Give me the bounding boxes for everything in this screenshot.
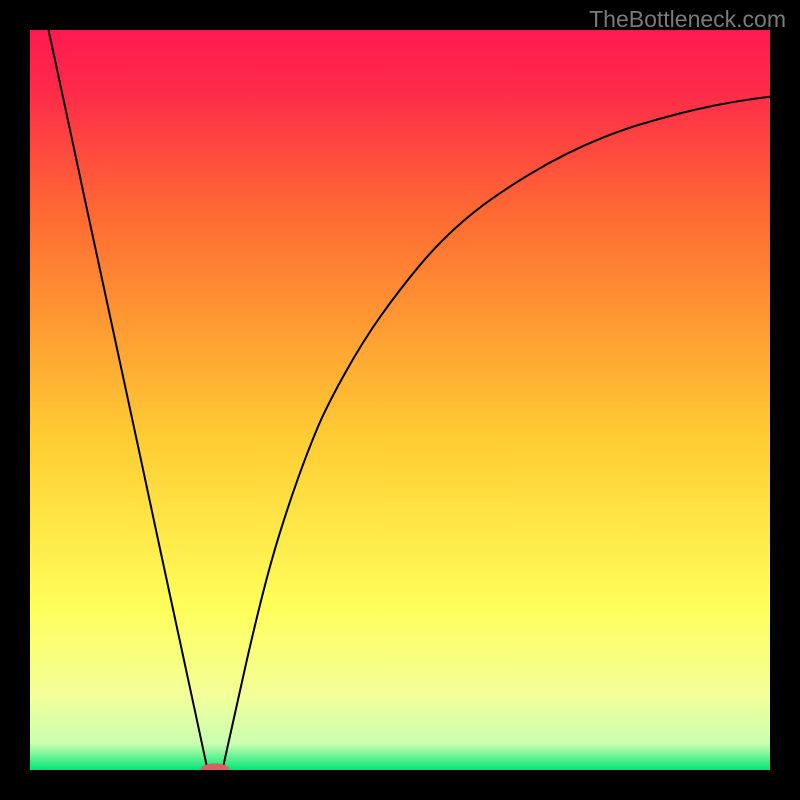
- watermark-text: TheBottleneck.com: [589, 6, 786, 33]
- chart-outer-frame: TheBottleneck.com: [0, 0, 800, 800]
- plot-area: [30, 30, 770, 770]
- gradient-background: [30, 30, 770, 770]
- bottleneck-chart-svg: [30, 30, 770, 770]
